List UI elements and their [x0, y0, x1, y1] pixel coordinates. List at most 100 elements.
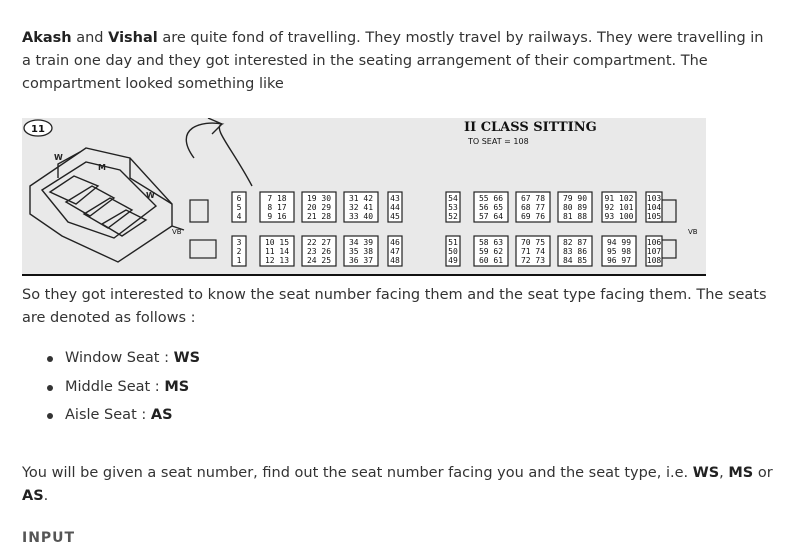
seat-number-label: 44	[390, 203, 400, 212]
seat-number-label: 108	[647, 256, 662, 265]
seat-number-label: 80 89	[563, 203, 587, 212]
seat-block-bottom: 10 1511 1412 13	[259, 235, 295, 267]
seat-number-label: 35 38	[349, 247, 373, 256]
seat-type-label: Middle Seat :	[65, 378, 165, 395]
seat-number-label: 20 29	[307, 203, 331, 212]
seat-number-label: 32 41	[349, 203, 373, 212]
seat-type-code: WS	[173, 350, 201, 366]
svg-text:M: M	[98, 163, 106, 172]
seat-number-label: 3	[237, 238, 242, 247]
seat-block-top: 7 188 179 16	[259, 191, 295, 223]
seat-block-bottom: 321	[231, 235, 247, 267]
seat-type-window: Window Seat : WS	[47, 344, 200, 373]
coach-sketch-icon	[29, 117, 253, 263]
seat-number-label: 107	[647, 247, 662, 256]
seat-number-label: 60 61	[479, 256, 503, 265]
seat-number-label: 59 62	[479, 247, 503, 256]
seat-block-top: 79 9080 8981 88	[557, 191, 593, 223]
seat-number-label: 53	[448, 203, 458, 212]
name-vishal: Vishal	[108, 30, 158, 46]
seat-number-label: 19 30	[307, 194, 331, 203]
seat-number-label: 31 42	[349, 194, 373, 203]
seat-block-bottom: 34 3935 3836 37	[343, 235, 379, 267]
figure-subtitle: TO SEAT = 108	[467, 137, 529, 146]
seat-number-label: 2	[237, 247, 242, 256]
seat-type-label: Aisle Seat :	[65, 407, 151, 423]
seat-number-label: 4	[237, 212, 242, 221]
seat-block-top: 31 4232 4133 40	[343, 191, 379, 223]
seat-number-label: 95 98	[607, 247, 631, 256]
seat-number-label: 83 86	[563, 247, 587, 256]
seat-block-top: 434445	[387, 191, 403, 223]
seat-block-bottom: 94 9995 9896 97	[601, 235, 637, 267]
task-text: You will be given a seat number, find ou…	[22, 465, 693, 481]
seat-block-bottom: 515049	[445, 235, 461, 267]
seat-block-bottom: 58 6359 6260 61	[473, 235, 509, 267]
seat-number-label: 67 78	[521, 194, 545, 203]
seat-number-label: 22 27	[307, 238, 331, 247]
seat-number-label: 43	[390, 194, 400, 203]
problem-page: Akash and Vishal are quite fond of trave…	[0, 0, 788, 546]
seat-number-label: 91 102	[605, 194, 634, 203]
seat-number-label: 104	[647, 203, 662, 212]
figure-title: II CLASS SITTING	[464, 120, 597, 135]
seat-block-bottom: 22 2723 2624 25	[301, 235, 337, 267]
seat-block-bottom: 70 7571 7472 73	[515, 235, 551, 267]
seat-number-label: 8 17	[267, 203, 286, 212]
seat-type-label: Window Seat :	[65, 350, 174, 366]
seat-number-label: 58 63	[479, 238, 503, 247]
seat-number-label: 5	[237, 203, 242, 212]
seat-number-label: 7 18	[267, 194, 286, 203]
seat-number-label: 21 28	[307, 212, 331, 221]
input-heading: INPUT	[22, 530, 76, 546]
seat-block-bottom: 106107108	[645, 235, 663, 267]
seat-type-code: MS	[164, 378, 190, 395]
seat-number-label: 79 90	[563, 194, 587, 203]
seat-number-label: 71 74	[521, 247, 545, 256]
seat-block-bottom: 464748	[387, 235, 403, 267]
seat-number-label: 72 73	[521, 256, 545, 265]
seat-number-label: 92 101	[605, 203, 634, 212]
vb-label-left: VB	[172, 228, 182, 236]
seat-number-label: 93 100	[605, 212, 634, 221]
seating-arrangement-figure: W M W 11 II CLASS SITTING TO SEAT = 108 …	[22, 117, 706, 276]
seat-number-label: 70 75	[521, 238, 545, 247]
code-ws: WS	[692, 465, 720, 481]
seat-type-list: Window Seat : WS Middle Seat : MS Aisle …	[47, 344, 200, 430]
seat-number-label: 49	[448, 256, 458, 265]
seat-number-label: 52	[448, 212, 458, 221]
figure-number-badge: 11	[23, 119, 53, 137]
seat-block-top: 654	[231, 191, 247, 223]
seat-number-label: 24 25	[307, 256, 331, 265]
seat-number-label: 106	[647, 238, 662, 247]
seat-block-top: 91 10292 10193 100	[601, 191, 637, 223]
figure-badge-number: 11	[31, 124, 45, 135]
seat-number-label: 105	[647, 212, 662, 221]
seat-number-label: 68 77	[521, 203, 545, 212]
seat-number-label: 34 39	[349, 238, 373, 247]
seat-number-label: 9 16	[267, 212, 286, 221]
seat-number-label: 10 15	[265, 238, 289, 247]
seat-block-top: 103104105	[645, 191, 663, 223]
seat-number-label: 1	[237, 256, 242, 265]
seat-number-label: 23 26	[307, 247, 331, 256]
seat-number-label: 94 99	[607, 238, 631, 247]
seat-type-aisle: Aisle Seat : AS	[47, 401, 200, 430]
seat-number-label: 47	[390, 247, 400, 256]
seat-block-top: 545352	[445, 191, 461, 223]
vb-label-right: VB	[688, 228, 698, 236]
seat-question-paragraph: So they got interested to know the seat …	[22, 287, 767, 326]
seat-block-top: 67 7868 7769 76	[515, 191, 551, 223]
intro-paragraph: Akash and Vishal are quite fond of trave…	[22, 27, 774, 96]
seat-number-label: 12 13	[265, 256, 289, 265]
seat-number-label: 81 88	[563, 212, 587, 221]
seat-number-label: 69 76	[521, 212, 545, 221]
task-paragraph: You will be given a seat number, find ou…	[22, 462, 774, 508]
seat-type-code: AS	[150, 407, 173, 423]
svg-text:W: W	[54, 153, 63, 162]
seat-number-label: 36 37	[349, 256, 373, 265]
name-akash: Akash	[22, 30, 72, 46]
task-text: .	[43, 488, 49, 504]
seat-number-label: 57 64	[479, 212, 503, 221]
task-text: or	[753, 465, 773, 481]
